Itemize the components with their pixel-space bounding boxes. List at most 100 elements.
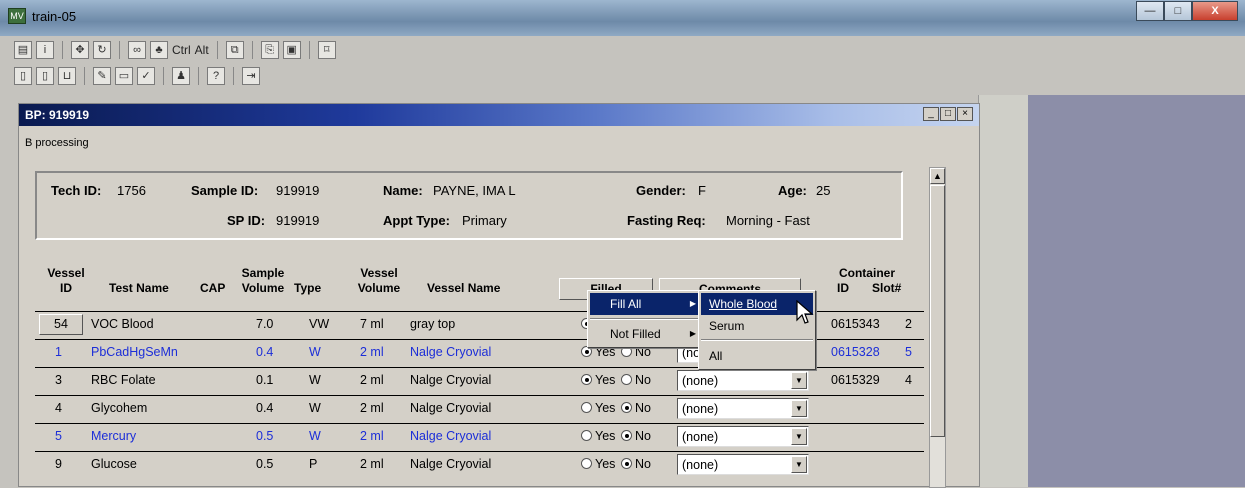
child-close-button[interactable]: × bbox=[957, 107, 973, 121]
help-icon[interactable]: ? bbox=[207, 67, 225, 85]
document-icon[interactable]: ▯ bbox=[36, 67, 54, 85]
sample-type: W bbox=[309, 373, 321, 387]
col-sample-volume: Sample Volume bbox=[241, 266, 285, 295]
window-title: train-05 bbox=[32, 9, 77, 24]
mouse-cursor-icon bbox=[796, 300, 814, 324]
patient-info-panel: Tech ID: 1756 Sample ID: 919919 Name: PA… bbox=[35, 171, 903, 240]
vessel-id: 9 bbox=[55, 457, 62, 471]
gender-label: Gender: bbox=[636, 183, 686, 198]
chevron-down-icon[interactable]: ▼ bbox=[791, 456, 807, 473]
comments-dropdown[interactable]: (none)▼ bbox=[677, 454, 809, 475]
all-menu-item[interactable]: All bbox=[701, 345, 813, 367]
scroll-thumb[interactable] bbox=[930, 185, 945, 437]
vessel-volume: 2 ml bbox=[360, 373, 384, 387]
people-icon[interactable]: ♟ bbox=[172, 67, 190, 85]
chevron-down-icon[interactable]: ▼ bbox=[791, 400, 807, 417]
window-icon[interactable]: ⌑ bbox=[317, 41, 336, 59]
sample-id-label: Sample ID: bbox=[191, 183, 259, 198]
tray-icon[interactable]: ⊔ bbox=[58, 67, 76, 85]
copy-icon[interactable]: ⧉ bbox=[225, 41, 244, 59]
col-test-name: Test Name bbox=[109, 281, 169, 295]
col-vessel-volume: Vessel Volume bbox=[357, 266, 401, 295]
bp-window: BP: 919919 _ □ × B processing Tech ID: 1… bbox=[18, 103, 980, 488]
age-value: 25 bbox=[816, 183, 831, 198]
chevron-down-icon[interactable]: ▼ bbox=[791, 428, 807, 445]
close-button[interactable]: X bbox=[1192, 1, 1238, 21]
paste-icon[interactable]: ⎘ bbox=[260, 41, 279, 59]
ctrl-key-button[interactable]: Ctrl bbox=[172, 43, 191, 57]
table-row[interactable]: 5 Mercury 0.5 W 2 ml Nalge Cryovial Yes No (none… bbox=[35, 423, 924, 449]
comments-dropdown[interactable]: (none)▼ bbox=[677, 426, 809, 447]
filled-no-radio[interactable] bbox=[621, 374, 632, 385]
col-vessel-id: Vessel ID bbox=[47, 266, 85, 295]
sample-volume: 0.5 bbox=[256, 429, 274, 443]
vessel-volume: 2 ml bbox=[360, 401, 384, 415]
child-maximize-button[interactable]: □ bbox=[940, 107, 956, 121]
alt-key-button[interactable]: Alt bbox=[195, 43, 209, 57]
col-container-id: ID bbox=[837, 281, 849, 295]
vessel-name: gray top bbox=[410, 317, 456, 331]
glasses-icon[interactable]: ∞ bbox=[128, 41, 146, 59]
bp-window-title: BP: 919919 bbox=[25, 108, 90, 122]
filled-yes-radio[interactable] bbox=[581, 402, 592, 413]
minimize-button[interactable]: — bbox=[1136, 1, 1164, 21]
filled-no-radio[interactable] bbox=[621, 402, 632, 413]
save-icon[interactable]: ▣ bbox=[282, 41, 301, 59]
vessel-volume: 7 ml bbox=[360, 317, 384, 331]
container-slot: 4 bbox=[905, 373, 912, 387]
not-filled-menu-item[interactable]: Not Filled ▶ bbox=[590, 323, 702, 345]
lookup-icon[interactable]: ♣ bbox=[150, 41, 168, 59]
table-row[interactable]: 3 RBC Folate 0.1 W 2 ml Nalge Cryovial Yes No (n… bbox=[35, 367, 924, 393]
pencil-icon[interactable]: ✎ bbox=[93, 67, 111, 85]
child-minimize-button[interactable]: _ bbox=[923, 107, 939, 121]
test-name: Glucose bbox=[91, 457, 137, 471]
card-icon[interactable]: ▭ bbox=[115, 67, 133, 85]
move-icon[interactable]: ✥ bbox=[71, 41, 89, 59]
col-vessel-name: Vessel Name bbox=[427, 281, 501, 295]
secondary-toolbar: ▯ ▯ ⊔ ✎ ▭ ✓ ♟ ? ⇥ bbox=[14, 64, 260, 88]
vessel-id-button[interactable]: 54 bbox=[39, 314, 83, 335]
vessel-volume: 2 ml bbox=[360, 345, 384, 359]
table-row[interactable]: 9 Glucose 0.5 P 2 ml Nalge Cryovial Yes No (none… bbox=[35, 451, 924, 477]
bp-window-titlebar: BP: 919919 _ □ × bbox=[19, 104, 979, 126]
container-slot: 2 bbox=[905, 317, 912, 331]
exit-icon[interactable]: ⇥ bbox=[242, 67, 260, 85]
comments-dropdown[interactable]: (none)▼ bbox=[677, 370, 809, 391]
vessel-volume: 2 ml bbox=[360, 429, 384, 443]
filled-yes-radio[interactable] bbox=[581, 458, 592, 469]
scroll-up-arrow[interactable]: ▲ bbox=[930, 168, 945, 184]
window-titlebar: MV train-05 — □ X bbox=[0, 0, 1245, 36]
sp-id-label: SP ID: bbox=[227, 213, 266, 228]
filled-no-radio[interactable] bbox=[621, 458, 632, 469]
col-container: Container bbox=[838, 266, 895, 280]
refresh-icon[interactable]: ↻ bbox=[93, 41, 111, 59]
comments-dropdown[interactable]: (none)▼ bbox=[677, 398, 809, 419]
right-panel bbox=[1028, 95, 1245, 487]
container-slot: 5 bbox=[905, 345, 912, 359]
check-icon[interactable]: ✓ bbox=[137, 67, 155, 85]
yes-label: Yes bbox=[595, 457, 616, 471]
test-name: Glycohem bbox=[91, 401, 148, 415]
sample-id-value: 919919 bbox=[276, 183, 320, 198]
age-label: Age: bbox=[778, 183, 807, 198]
no-label: No bbox=[635, 429, 651, 443]
filled-no-radio[interactable] bbox=[621, 430, 632, 441]
maximize-button[interactable]: □ bbox=[1164, 1, 1192, 21]
no-label: No bbox=[635, 457, 651, 471]
fasting-value: Morning - Fast bbox=[726, 213, 810, 228]
fill-all-menu-item[interactable]: Fill All ▶ bbox=[590, 293, 702, 315]
new-document-icon[interactable]: ▯ bbox=[14, 67, 32, 85]
properties-icon[interactable]: ▤ bbox=[14, 41, 32, 59]
table-row[interactable]: 4 Glycohem 0.4 W 2 ml Nalge Cryovial Yes No (non… bbox=[35, 395, 924, 421]
page-subtitle: B processing bbox=[25, 137, 89, 149]
side-strip bbox=[978, 95, 1028, 487]
filled-yes-radio[interactable] bbox=[581, 430, 592, 441]
test-name: PbCadHgSeMn bbox=[91, 345, 178, 359]
vertical-scrollbar[interactable]: ▲ bbox=[929, 167, 946, 488]
chevron-down-icon[interactable]: ▼ bbox=[791, 372, 807, 389]
vessel-id: 4 bbox=[55, 401, 62, 415]
test-name: Mercury bbox=[91, 429, 137, 443]
info-icon[interactable]: i bbox=[36, 41, 54, 59]
filled-yes-radio[interactable] bbox=[581, 374, 592, 385]
container-id: 0615328 bbox=[831, 345, 880, 359]
